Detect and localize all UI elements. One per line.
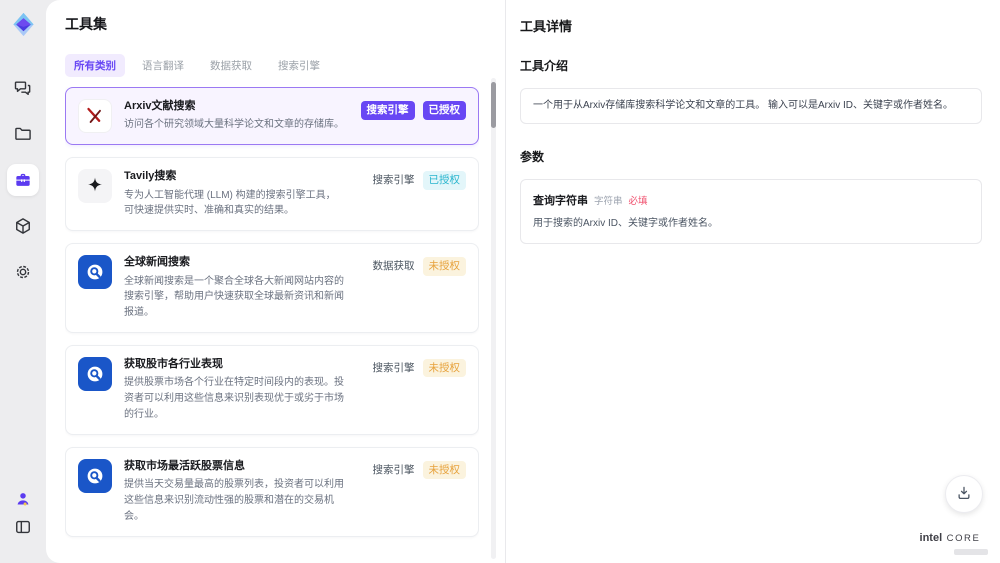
page-title: 工具集 xyxy=(65,16,107,32)
tool-card[interactable]: 全球新闻搜索 全球新闻搜索是一个聚合全球各大新闻网站内容的搜索引擎，帮助用户快速… xyxy=(65,243,479,333)
panel-toggle-icon[interactable] xyxy=(13,517,33,537)
tool-tags: 搜索引擎 未授权 xyxy=(354,460,466,480)
category-tab[interactable]: 语言翻译 xyxy=(133,54,193,77)
scrollbar-thumb[interactable] xyxy=(491,82,496,128)
brand-subtext xyxy=(954,549,988,555)
tool-description: 提供当天交易量最高的股票列表，投资者可以利用这些信息来识别流动性强的股票和潜在的… xyxy=(124,479,344,522)
category-tabs: 所有类别 语言翻译 数据获取 搜索引擎 xyxy=(65,54,479,77)
blue-search-icon xyxy=(78,458,112,493)
sidebar-nav xyxy=(7,78,39,282)
tab-label: 搜索引擎 xyxy=(278,60,320,72)
tool-card[interactable]: Tavily搜索 专为人工智能代理 (LLM) 构建的搜索引擎工具，可快速提供实… xyxy=(65,157,479,232)
arxiv-icon xyxy=(78,99,112,133)
category-tag: 搜索引擎 xyxy=(372,361,415,374)
download-icon xyxy=(955,484,973,505)
tool-text: Arxiv文献搜索 访问各个研究领域大量科学论文和文章的存储库。 xyxy=(124,99,344,133)
tool-text: Tavily搜索 专为人工智能代理 (LLM) 构建的搜索引擎工具，可快速提供实… xyxy=(124,169,344,219)
intel-core-logo: intel CORE xyxy=(912,528,988,555)
blue-search-icon xyxy=(78,356,112,391)
tool-text: 获取股市各行业表现 提供股票市场各个行业在特定时间段内的表现。投资者可以利用这些… xyxy=(124,357,344,423)
folder-icon[interactable] xyxy=(13,124,33,144)
tool-card[interactable]: 获取股市各行业表现 提供股票市场各个行业在特定时间段内的表现。投资者可以利用这些… xyxy=(65,344,479,435)
parameter-name: 查询字符串 xyxy=(533,195,588,207)
main-panel: 工具集 所有类别 语言翻译 数据获取 搜索引擎 Arxiv文献搜索 访问各个研究领域大… xyxy=(46,0,1000,563)
tool-name: 全球新闻搜索 xyxy=(124,256,190,269)
tool-description: 专为人工智能代理 (LLM) 构建的搜索引擎工具，可快速提供实时、准确和真实的结… xyxy=(124,189,336,217)
scrollbar-track[interactable] xyxy=(491,78,496,559)
intel-wordmark: intel xyxy=(919,532,943,545)
tool-card[interactable]: Arxiv文献搜索 访问各个研究领域大量科学论文和文章的存储库。 搜索引擎 已授… xyxy=(65,87,479,146)
tab-label: 所有类别 xyxy=(74,60,116,72)
tool-name: Arxiv文献搜索 xyxy=(124,100,196,112)
tab-label: 数据获取 xyxy=(210,60,252,72)
tool-list: Arxiv文献搜索 访问各个研究领域大量科学论文和文章的存储库。 搜索引擎 已授… xyxy=(65,87,479,547)
category-tag: 搜索引擎 xyxy=(372,463,415,476)
app-logo xyxy=(10,11,37,38)
parameter-type: 字符串 xyxy=(594,196,623,207)
tool-description: 全球新闻搜索是一个聚合全球各大新闻网站内容的搜索引擎，帮助用户快速获取全球最新资… xyxy=(124,275,344,319)
tool-description: 访问各个研究领域大量科学论文和文章的存储库。 xyxy=(124,119,344,131)
category-tab[interactable]: 数据获取 xyxy=(201,54,261,77)
download-button[interactable] xyxy=(945,475,983,513)
toolbox-icon[interactable] xyxy=(7,164,39,196)
sidebar xyxy=(0,0,46,563)
tool-text: 全球新闻搜索 全球新闻搜索是一个聚合全球各大新闻网站内容的搜索引擎，帮助用户快速… xyxy=(124,255,344,321)
parameter-header: 查询字符串 字符串 必填 xyxy=(533,192,969,208)
tool-card[interactable]: 获取市场最活跃股票信息 提供当天交易量最高的股票列表，投资者可以利用这些信息来识… xyxy=(65,446,479,537)
blue-search-icon xyxy=(78,255,112,290)
category-tag: 搜索引擎 xyxy=(372,174,415,187)
category-tab[interactable]: 搜索引擎 xyxy=(269,54,329,77)
tool-detail-pane: 工具详情 工具介绍 一个用于从Arxiv存储库搜索科学论文和文章的工具。 输入可… xyxy=(506,0,1000,563)
required-badge: 必填 xyxy=(628,196,648,207)
tool-text: 获取市场最活跃股票信息 提供当天交易量最高的股票列表，投资者可以利用这些信息来识… xyxy=(124,459,344,525)
auth-badge: 未授权 xyxy=(422,257,466,276)
auth-badge: 已授权 xyxy=(422,101,466,120)
category-tag: 搜索引擎 xyxy=(360,101,415,120)
intro-heading: 工具介绍 xyxy=(520,59,569,73)
auth-badge: 已授权 xyxy=(422,171,466,190)
tool-intro-text: 一个用于从Arxiv存储库搜索科学论文和文章的工具。 输入可以是Arxiv ID… xyxy=(520,88,982,124)
tool-tags: 数据获取 未授权 xyxy=(354,257,466,276)
chat-icon[interactable] xyxy=(13,78,33,98)
parameter-description: 用于搜索的Arxiv ID、关键字或作者姓名。 xyxy=(533,218,718,229)
detail-title: 工具详情 xyxy=(520,19,573,34)
sparkle-icon xyxy=(78,169,112,204)
tool-name: 获取市场最活跃股票信息 xyxy=(124,459,245,472)
cube-icon[interactable] xyxy=(13,216,33,236)
category-tag: 数据获取 xyxy=(372,260,415,273)
auth-badge: 未授权 xyxy=(422,358,466,378)
tool-tags: 搜索引擎 未授权 xyxy=(354,358,466,378)
tool-tags: 搜索引擎 已授权 xyxy=(354,101,466,120)
core-wordmark: CORE xyxy=(946,533,981,545)
category-tab[interactable]: 所有类别 xyxy=(65,54,125,77)
tool-name: 获取股市各行业表现 xyxy=(124,357,223,370)
user-icon[interactable] xyxy=(13,489,33,509)
params-heading: 参数 xyxy=(520,150,545,164)
sidebar-bottom xyxy=(0,489,46,537)
tool-description: 提供股票市场各个行业在特定时间段内的表现。投资者可以利用这些信息来识别表现优于或… xyxy=(124,377,344,420)
parameter-card: 查询字符串 字符串 必填 用于搜索的Arxiv ID、关键字或作者姓名。 xyxy=(520,179,982,244)
gear-icon[interactable] xyxy=(13,262,33,282)
tool-tags: 搜索引擎 已授权 xyxy=(354,171,466,190)
tab-label: 语言翻译 xyxy=(142,60,184,72)
tool-name: Tavily搜索 xyxy=(124,170,177,183)
tool-list-pane: 工具集 所有类别 语言翻译 数据获取 搜索引擎 Arxiv文献搜索 访问各个研究领域大… xyxy=(46,0,505,563)
auth-badge: 未授权 xyxy=(422,460,466,480)
